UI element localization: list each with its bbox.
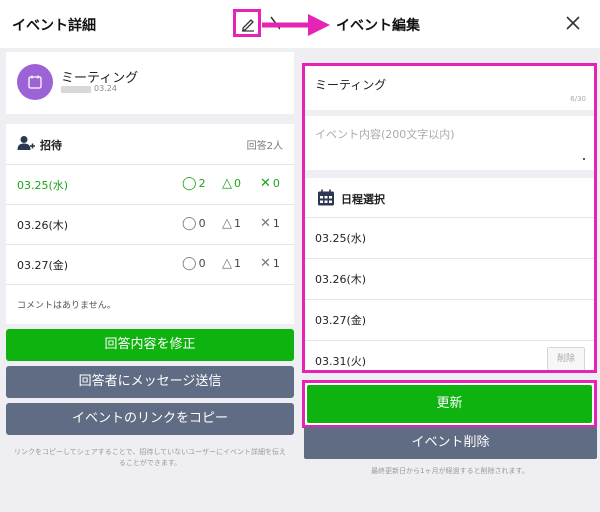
answer-count: 回答2人 (246, 141, 283, 152)
no-count: ✕ 1 (260, 216, 280, 231)
arrow-right-icon (262, 14, 330, 36)
description-field[interactable]: イベント内容(200文字以内) (305, 116, 594, 170)
no-count: ✕ 0 (260, 176, 280, 191)
date-label: 03.25(水) (315, 232, 367, 245)
resize-handle (583, 158, 585, 160)
maybe-symbol: △ (222, 176, 232, 191)
no-value: 1 (272, 217, 280, 230)
maybe-count: △ 0 (222, 176, 241, 191)
yes-value: 0 (198, 257, 206, 270)
calendar-icon (28, 75, 42, 89)
schedule-section: 日程選択 03.25(水) 03.26(木) 03.27(金) 03.31(火)… (305, 178, 594, 370)
maybe-symbol: △ (222, 216, 232, 231)
maybe-value: 1 (234, 257, 241, 270)
edit-button[interactable] (233, 9, 261, 37)
page-title: イベント編集 (336, 18, 420, 34)
fix-answer-button[interactable]: 回答内容を修正 (6, 329, 294, 361)
close-icon[interactable] (566, 16, 580, 30)
maybe-value: 0 (234, 177, 241, 190)
date-label: 03.31(火) (315, 355, 367, 368)
update-highlight: 更新 (302, 380, 597, 428)
schedule-date-row[interactable]: 03.25(水) (305, 217, 594, 257)
title-value: ミーティング (315, 78, 387, 92)
avatar (17, 64, 53, 100)
date-row[interactable]: 03.26(木) ◯ 0 △ 1 ✕ 1 (6, 204, 294, 244)
header: イベント詳細 (0, 0, 300, 48)
date-label: 03.27(金) (315, 314, 367, 327)
no-symbol: ✕ (260, 216, 271, 231)
footnote: 最終更新日から1ヶ月が経過すると削除されます。 (371, 467, 529, 475)
title-field[interactable]: ミーティング 6/30 (305, 66, 594, 110)
invite-title: 招待 (40, 139, 62, 152)
date-row[interactable]: 03.25(水) ◯ 2 △ 0 ✕ 0 (6, 164, 294, 204)
date-label: 03.25(水) (17, 179, 69, 192)
maybe-count: △ 1 (222, 216, 241, 231)
yes-symbol: ◯ (182, 176, 197, 191)
maybe-value: 1 (234, 217, 241, 230)
edit-icon (242, 19, 254, 32)
copy-link-button[interactable]: イベントのリンクをコピー (6, 403, 294, 435)
maybe-count: △ 1 (222, 256, 241, 271)
comment-text: コメントはありません。 (17, 301, 116, 311)
comment-area: コメントはありません。 (6, 284, 294, 324)
yes-value: 0 (198, 217, 206, 230)
date-label: 03.26(木) (315, 273, 367, 286)
event-detail-screen: イベント詳細 ミーティング 03.24 招待 回答2人 03.25(水) ◯ 2… (0, 0, 300, 512)
date-row[interactable]: 03.27(金) ◯ 0 △ 1 ✕ 1 (6, 244, 294, 284)
yes-count: ◯ 0 (182, 256, 206, 271)
no-symbol: ✕ (260, 256, 271, 271)
event-edit-screen: イベント編集 ミーティング 6/30 イベント内容(200文字以内) 日程選択 … (300, 0, 600, 512)
maybe-symbol: △ (222, 256, 232, 271)
event-card: ミーティング 03.24 (6, 52, 294, 114)
update-button[interactable]: 更新 (307, 385, 592, 423)
yes-count: ◯ 2 (182, 176, 206, 191)
delete-date-button[interactable]: 削除 (547, 347, 585, 370)
header: イベント編集 (300, 0, 600, 48)
yes-symbol: ◯ (182, 216, 197, 231)
date-label: 03.27(金) (17, 259, 69, 272)
schedule-title: 日程選択 (341, 193, 385, 206)
yes-value: 2 (198, 177, 206, 190)
page-title: イベント詳細 (12, 18, 96, 34)
edit-form: ミーティング 6/30 イベント内容(200文字以内) 日程選択 03.25(水… (302, 63, 597, 373)
calendar-icon (318, 189, 334, 206)
footnote: リンクをコピーしてシェアすることで、招待していないユーザーにイベント詳細を伝える… (14, 448, 286, 467)
no-value: 0 (272, 177, 280, 190)
schedule-date-row[interactable]: 03.26(木) (305, 258, 594, 298)
schedule-date-row[interactable]: 03.27(金) (305, 299, 594, 339)
redacted-user-name (61, 86, 91, 93)
date-label: 03.26(木) (17, 219, 69, 232)
yes-symbol: ◯ (182, 256, 197, 271)
invite-card: 招待 回答2人 03.25(水) ◯ 2 △ 0 ✕ 0 03.26(木) ◯ 0 △ 1… (6, 124, 294, 324)
description-placeholder: イベント内容(200文字以内) (315, 128, 455, 141)
yes-count: ◯ 0 (182, 216, 206, 231)
delete-event-button[interactable]: イベント削除 (304, 427, 597, 459)
invite-header: 招待 回答2人 (6, 124, 294, 164)
no-symbol: ✕ (260, 176, 271, 191)
char-count: 6/30 (570, 95, 586, 103)
no-value: 1 (272, 257, 280, 270)
event-date: 03.24 (94, 84, 117, 93)
no-count: ✕ 1 (260, 256, 280, 271)
add-person-icon (17, 136, 35, 150)
message-button[interactable]: 回答者にメッセージ送信 (6, 366, 294, 398)
schedule-date-row[interactable]: 03.31(火) 削除 (305, 340, 594, 370)
